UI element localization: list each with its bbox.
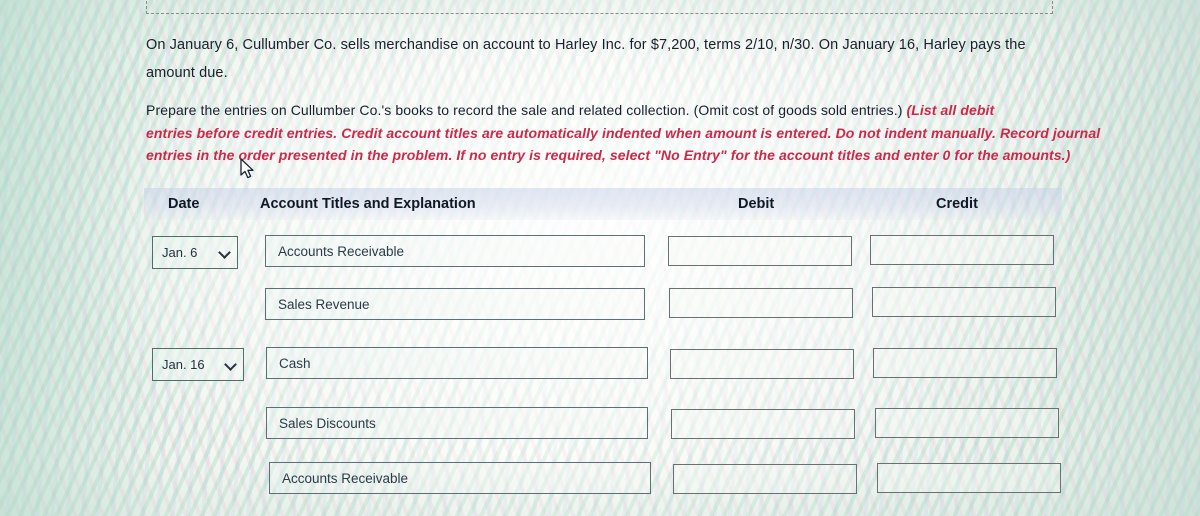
problem-statement-line-2: amount due. bbox=[146, 65, 228, 81]
account-title-value-row-2: Sales Revenue bbox=[278, 296, 370, 312]
screen-photo-background: On January 6, Cullumber Co. sells mercha… bbox=[0, 0, 1200, 516]
column-header-account: Account Titles and Explanation bbox=[260, 196, 476, 212]
top-dashed-container bbox=[146, 0, 1053, 14]
table-row: Sales Discounts bbox=[130, 404, 1070, 450]
instructions-emphasis-1: (List all debit bbox=[906, 102, 995, 118]
account-title-field-row-4[interactable]: Sales Discounts bbox=[266, 407, 648, 439]
chevron-down-icon bbox=[225, 359, 236, 370]
account-title-value-row-1: Accounts Receivable bbox=[278, 243, 405, 259]
assignment-content-area: On January 6, Cullumber Co. sells mercha… bbox=[130, 0, 1100, 516]
debit-input-row-5[interactable] bbox=[673, 464, 857, 494]
debit-input-row-1[interactable] bbox=[668, 236, 852, 266]
credit-input-row-1[interactable] bbox=[870, 235, 1054, 265]
credit-input-row-2[interactable] bbox=[872, 287, 1056, 317]
column-header-debit: Debit bbox=[738, 196, 775, 212]
column-header-credit: Credit bbox=[936, 196, 978, 212]
chevron-down-icon bbox=[219, 247, 230, 258]
date-select-row-1[interactable]: Jan. 6 bbox=[152, 236, 238, 269]
problem-statement-line-1: On January 6, Cullumber Co. sells mercha… bbox=[146, 37, 1026, 53]
instructions-emphasis-3: entries in the order presented in the pr… bbox=[146, 147, 1071, 163]
account-title-field-row-1[interactable]: Accounts Receivable bbox=[265, 235, 645, 267]
table-row: Accounts Receivable bbox=[130, 459, 1070, 505]
table-row: Jan. 6 Accounts Receivable bbox=[130, 232, 1070, 278]
table-row: Sales Revenue bbox=[130, 285, 1070, 331]
account-title-value-row-4: Sales Discounts bbox=[279, 415, 376, 431]
account-title-field-row-5[interactable]: Accounts Receivable bbox=[269, 462, 651, 494]
debit-input-row-3[interactable] bbox=[670, 349, 854, 379]
date-select-value-row-3: Jan. 16 bbox=[162, 357, 205, 372]
debit-input-row-2[interactable] bbox=[669, 288, 853, 318]
account-title-field-row-2[interactable]: Sales Revenue bbox=[265, 288, 645, 320]
credit-input-row-4[interactable] bbox=[875, 408, 1059, 438]
credit-input-row-3[interactable] bbox=[873, 348, 1057, 378]
account-title-value-row-5: Accounts Receivable bbox=[282, 470, 409, 486]
account-title-value-row-3: Cash bbox=[279, 355, 311, 371]
credit-input-row-5[interactable] bbox=[877, 463, 1061, 493]
instructions-plain-text: Prepare the entries on Cullumber Co.'s b… bbox=[146, 102, 907, 118]
date-select-row-3[interactable]: Jan. 16 bbox=[152, 348, 244, 381]
date-select-value-row-1: Jan. 6 bbox=[162, 245, 198, 260]
column-header-date: Date bbox=[168, 196, 200, 212]
debit-input-row-4[interactable] bbox=[671, 409, 855, 439]
table-row: Jan. 16 Cash bbox=[130, 344, 1070, 390]
account-title-field-row-3[interactable]: Cash bbox=[266, 347, 648, 379]
